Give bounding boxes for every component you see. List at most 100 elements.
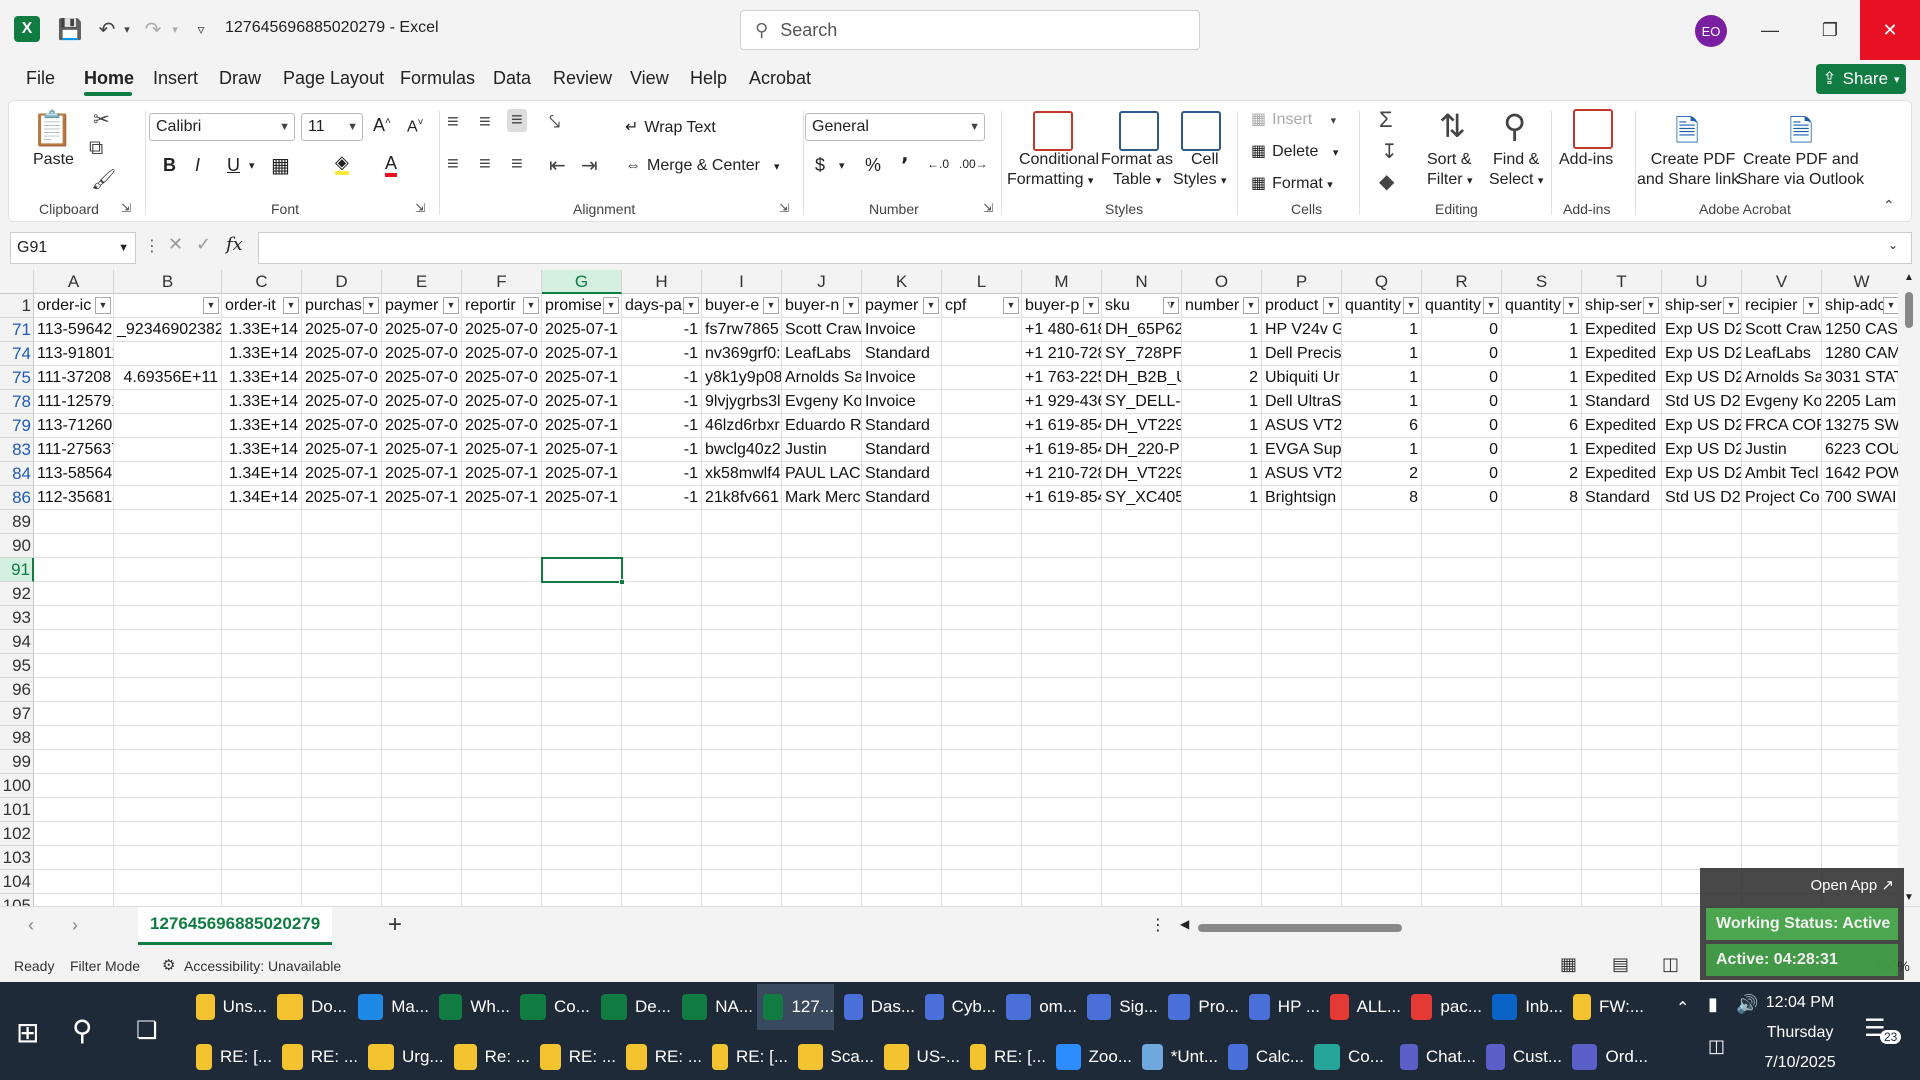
table-cell[interactable]: 2025-07-0 (302, 414, 382, 438)
column-header[interactable]: V (1742, 270, 1822, 294)
table-cell[interactable]: 1 (1342, 366, 1422, 390)
show-hidden-icons-icon[interactable]: ⌃ (1676, 998, 1689, 1018)
filter-dropdown-icon[interactable]: ▼ (603, 297, 619, 314)
table-cell[interactable]: +1 929-436 (1022, 390, 1102, 414)
table-cell[interactable]: +1 210-728 (1022, 462, 1102, 486)
table-cell[interactable]: 111-2756372-1867445 (34, 438, 114, 462)
taskbar-item[interactable]: Urg... (362, 1034, 444, 1080)
table-cell[interactable]: 2025-07-0 (302, 342, 382, 366)
taskbar-item[interactable]: Co... (514, 984, 591, 1030)
table-cell[interactable]: 2025-07-1 (462, 486, 542, 510)
align-center-icon[interactable]: ≡ (479, 153, 491, 176)
table-cell[interactable]: 111-37208 (34, 366, 114, 390)
table-cell[interactable]: 2025-07-0 (302, 366, 382, 390)
taskbar-item[interactable]: Ma... (352, 984, 429, 1030)
top-align-icon[interactable]: ≡ (447, 111, 459, 134)
font-color-icon[interactable]: A (385, 153, 398, 177)
table-cell[interactable]: Expedited (1582, 366, 1662, 390)
table-cell[interactable]: Arnolds Sa (782, 366, 862, 390)
table-cell[interactable]: 3031 STAT (1822, 366, 1902, 390)
row-header[interactable]: 89 (0, 510, 34, 534)
filter-dropdown-icon[interactable]: ▼ (203, 297, 219, 314)
normal-view-icon[interactable]: ▦ (1560, 954, 1577, 975)
table-cell[interactable]: 1250 CAS (1822, 318, 1902, 342)
table-cell[interactable]: +1 619-854 (1022, 414, 1102, 438)
row-header[interactable]: 83 (0, 438, 34, 462)
table-cell[interactable]: Scott Craw (782, 318, 862, 342)
table-cell[interactable]: -1 (622, 414, 702, 438)
header-cell[interactable]: quantity ▼ (1422, 294, 1502, 318)
sort-filter-icon[interactable]: ⇅ (1439, 107, 1466, 145)
find-select-button[interactable]: Find & (1493, 151, 1539, 169)
create-pdf-share-button-line2[interactable]: and Share link (1637, 171, 1739, 189)
table-cell[interactable]: 2 (1502, 462, 1582, 486)
table-cell[interactable]: Brightsign (1262, 486, 1342, 510)
taskbar-item[interactable]: Do... (271, 984, 348, 1030)
insert-cells-button[interactable]: ▦ Insert ▾ (1251, 109, 1336, 129)
column-header[interactable]: S (1502, 270, 1582, 294)
merge-center-button[interactable]: ⇔ Merge & Center ▾ (625, 157, 779, 175)
clear-icon[interactable]: ◆ (1379, 169, 1394, 194)
table-cell[interactable]: 2025-07-0 (462, 342, 542, 366)
table-cell[interactable]: fs7rw7865 (702, 318, 782, 342)
filter-dropdown-icon[interactable]: ▼ (95, 297, 111, 314)
table-cell[interactable]: Standard (862, 438, 942, 462)
header-cell[interactable]: buyer-n ▼ (782, 294, 862, 318)
table-cell[interactable]: 2025-07-1 (382, 462, 462, 486)
table-cell[interactable]: 0 (1422, 390, 1502, 414)
table-cell[interactable] (942, 318, 1022, 342)
table-cell[interactable] (942, 366, 1022, 390)
filter-dropdown-icon[interactable]: ▼ (683, 297, 699, 314)
table-cell[interactable]: 1 (1502, 438, 1582, 462)
table-cell[interactable]: Standard (1582, 486, 1662, 510)
table-cell[interactable]: 21k8fv661 (702, 486, 782, 510)
cell-styles-icon[interactable] (1181, 111, 1221, 151)
table-cell[interactable]: Dell Precis (1262, 342, 1342, 366)
column-header[interactable]: A (34, 270, 114, 294)
name-box[interactable]: G91 ▼ (10, 232, 136, 264)
percent-style-icon[interactable]: % (865, 155, 881, 176)
row-header[interactable]: 95 (0, 654, 34, 678)
table-cell[interactable]: Evgeny Koi (1742, 390, 1822, 414)
table-cell[interactable]: Dell UltraS (1262, 390, 1342, 414)
row-header[interactable]: 74 (0, 342, 34, 366)
table-cell[interactable]: 1642 POW (1822, 462, 1902, 486)
table-cell[interactable]: 2025-07-0 (382, 390, 462, 414)
clock[interactable]: 12:04 PM Thursday 7/10/2025 (1740, 988, 1860, 1078)
table-cell[interactable]: nv369grf0: (702, 342, 782, 366)
header-cell[interactable]: buyer-e ▼ (702, 294, 782, 318)
table-cell[interactable]: 0 (1422, 414, 1502, 438)
table-cell[interactable]: -1 (622, 438, 702, 462)
table-cell[interactable]: 2 (1342, 462, 1422, 486)
underline-icon[interactable]: U (227, 155, 240, 176)
taskbar-item[interactable]: Cyb... (919, 984, 996, 1030)
minimize-button[interactable]: — (1740, 0, 1800, 60)
table-cell[interactable]: Expedited (1582, 414, 1662, 438)
row-header[interactable]: 103 (0, 846, 34, 870)
format-cells-button[interactable]: ▦ Format ▾ (1251, 173, 1333, 193)
table-cell[interactable]: 1 (1182, 342, 1262, 366)
table-cell[interactable]: 111-1257914-1160254 (34, 390, 114, 414)
fill-handle[interactable] (619, 579, 625, 585)
header-cell[interactable]: product ▼ (1262, 294, 1342, 318)
open-app-button[interactable]: Open App ↗ (1811, 876, 1894, 894)
table-cell[interactable]: 6223 COU (1822, 438, 1902, 462)
table-cell[interactable]: 1 (1182, 414, 1262, 438)
taskbar-item[interactable]: NA... (676, 984, 753, 1030)
filter-dropdown-icon[interactable]: ▼ (923, 297, 939, 314)
menu-draw[interactable]: Draw (219, 68, 261, 89)
table-cell[interactable]: Standard (862, 342, 942, 366)
format-as-table-icon[interactable] (1119, 111, 1159, 151)
row-header[interactable]: 90 (0, 534, 34, 558)
table-cell[interactable]: 1280 CAM (1822, 342, 1902, 366)
header-cell[interactable]: ▼ (114, 294, 222, 318)
selected-cell[interactable] (541, 557, 623, 583)
table-cell[interactable]: 1 (1342, 390, 1422, 414)
table-cell[interactable] (942, 342, 1022, 366)
accounting-format-icon[interactable]: $ (815, 155, 825, 176)
header-cell[interactable]: promise ▼ (542, 294, 622, 318)
menu-view[interactable]: View (630, 68, 669, 89)
taskbar-item[interactable]: Ord... (1566, 1034, 1648, 1080)
table-cell[interactable]: Standard (862, 414, 942, 438)
comma-style-icon[interactable]: ٬ (901, 153, 909, 178)
